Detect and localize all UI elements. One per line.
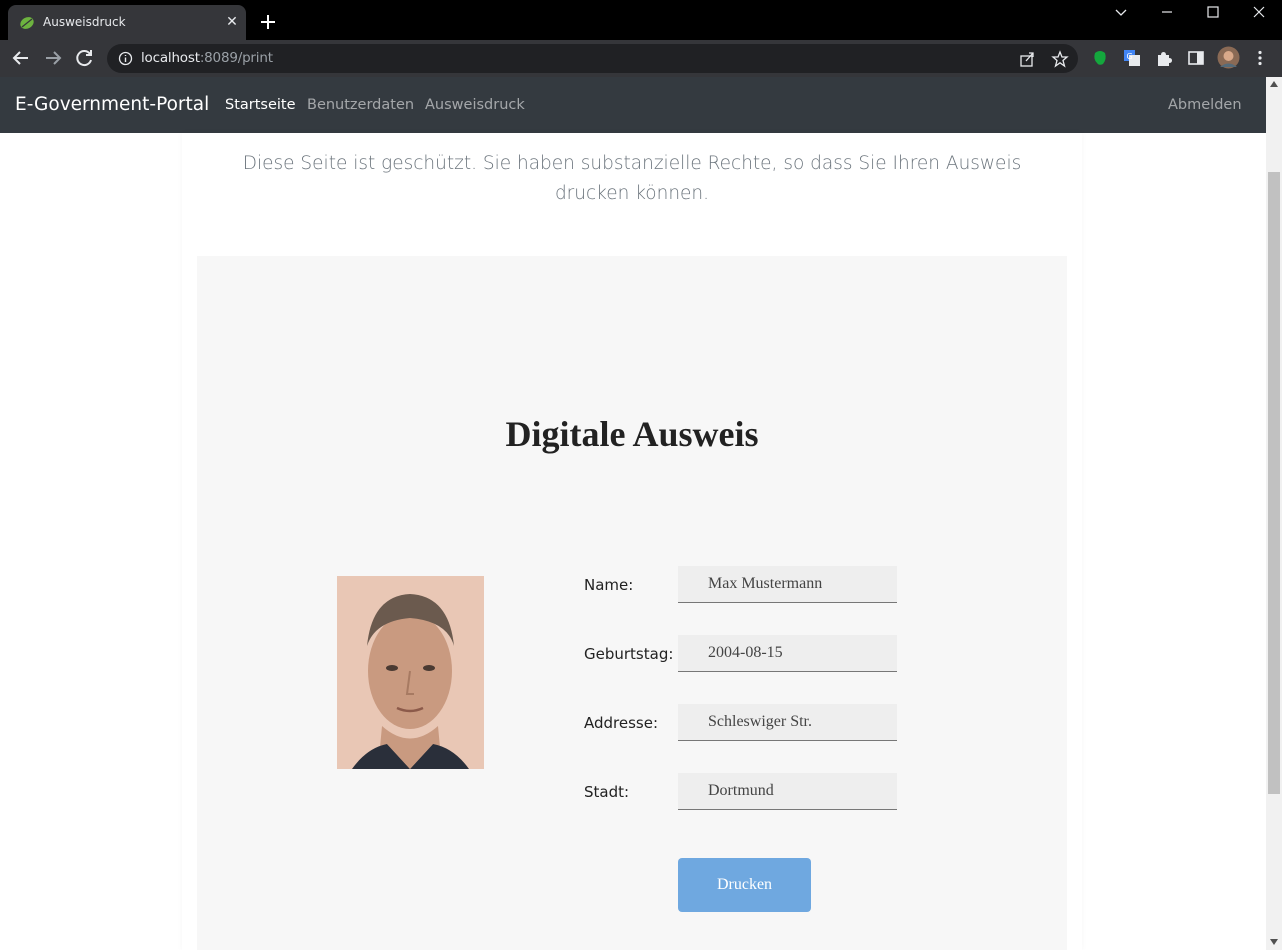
main-container: Diese Seite ist geschützt. Sie haben sub… — [182, 133, 1082, 950]
google-translate-extension-icon[interactable]: G — [1123, 49, 1141, 67]
back-icon[interactable] — [10, 48, 32, 68]
nav-link-startseite[interactable]: Startseite — [225, 97, 296, 113]
id-card: Digitale Ausweis Name: Max Mustermann Ge… — [197, 256, 1067, 950]
forward-icon[interactable] — [42, 48, 64, 68]
birthday-field[interactable]: 2004-08-15 — [678, 635, 897, 672]
card-title: Digitale Ausweis — [505, 414, 759, 454]
protected-page-notice: Diese Seite ist geschützt. Sie haben sub… — [242, 153, 1022, 204]
reload-icon[interactable] — [74, 48, 96, 68]
browser-tabstrip: Ausweisdruck ✕ — [0, 0, 1282, 40]
id-photo — [337, 576, 484, 769]
name-field[interactable]: Max Mustermann — [678, 566, 897, 603]
nav-link-ausweisdruck[interactable]: Ausweisdruck — [425, 97, 525, 113]
birthday-label: Geburtstag: — [584, 645, 674, 663]
bookmark-star-icon[interactable] — [1051, 50, 1069, 68]
page-viewport: E-Government-Portal Startseite Benutzerd… — [0, 77, 1266, 950]
browser-tab[interactable]: Ausweisdruck ✕ — [8, 5, 246, 40]
spring-leaf-icon — [20, 17, 34, 29]
address-label: Addresse: — [584, 714, 659, 732]
tab-close-icon[interactable]: ✕ — [224, 13, 240, 29]
navbar: E-Government-Portal Startseite Benutzerd… — [0, 77, 1266, 133]
city-label: Stadt: — [584, 783, 630, 801]
name-label: Name: — [584, 576, 634, 594]
tab-search-chevron-icon[interactable] — [1111, 4, 1131, 22]
svg-text:G: G — [1127, 52, 1133, 61]
nav-link-benutzerdaten[interactable]: Benutzerdaten — [307, 97, 414, 113]
maximize-icon[interactable] — [1203, 4, 1223, 22]
new-tab-icon[interactable] — [258, 12, 278, 32]
print-button[interactable]: Drucken — [678, 858, 811, 912]
url-text: localhost:8089/print — [141, 50, 273, 66]
navbar-brand[interactable]: E-Government-Portal — [15, 94, 209, 115]
side-panel-icon[interactable] — [1187, 49, 1205, 67]
profile-avatar[interactable] — [1217, 46, 1240, 69]
site-info-icon[interactable] — [118, 51, 133, 66]
address-bar[interactable]: localhost:8089/print — [107, 44, 1078, 73]
evernote-extension-icon[interactable] — [1091, 49, 1109, 67]
scroll-down-icon[interactable] — [1270, 939, 1278, 945]
scrollbar-thumb[interactable] — [1268, 172, 1280, 794]
share-icon[interactable] — [1018, 50, 1036, 68]
chrome-menu-icon[interactable] — [1251, 49, 1269, 67]
tab-title: Ausweisdruck — [43, 15, 126, 29]
browser-toolbar: localhost:8089/print G — [0, 40, 1282, 77]
extensions-puzzle-icon[interactable] — [1155, 49, 1173, 67]
address-field[interactable]: Schleswiger Str. — [678, 704, 897, 741]
minimize-icon[interactable] — [1157, 4, 1177, 22]
window-close-icon[interactable] — [1249, 4, 1269, 22]
city-field[interactable]: Dortmund — [678, 773, 897, 810]
logout-link[interactable]: Abmelden — [1168, 97, 1242, 113]
scroll-up-icon[interactable] — [1270, 81, 1278, 87]
